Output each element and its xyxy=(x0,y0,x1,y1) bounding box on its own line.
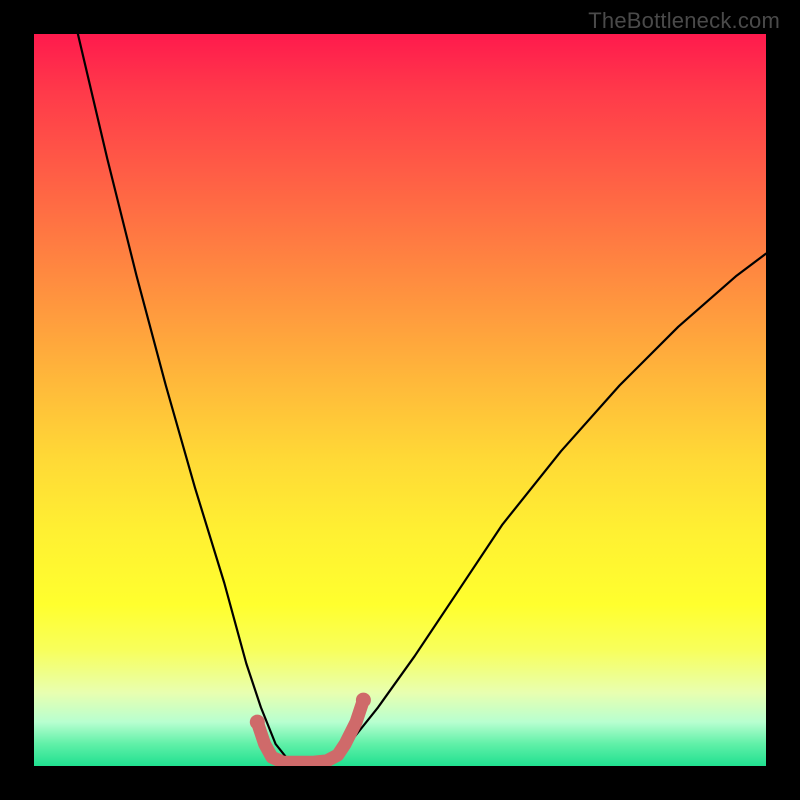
plot-area xyxy=(34,34,766,766)
sweet-spot-path xyxy=(257,700,363,762)
watermark-text: TheBottleneck.com xyxy=(588,8,780,34)
sweet-spot-end-dot xyxy=(250,715,265,730)
chart-frame: TheBottleneck.com xyxy=(0,0,800,800)
curve-layer xyxy=(34,34,766,766)
bottleneck-curve-path xyxy=(78,34,766,762)
sweet-spot-end-dot xyxy=(356,693,371,708)
